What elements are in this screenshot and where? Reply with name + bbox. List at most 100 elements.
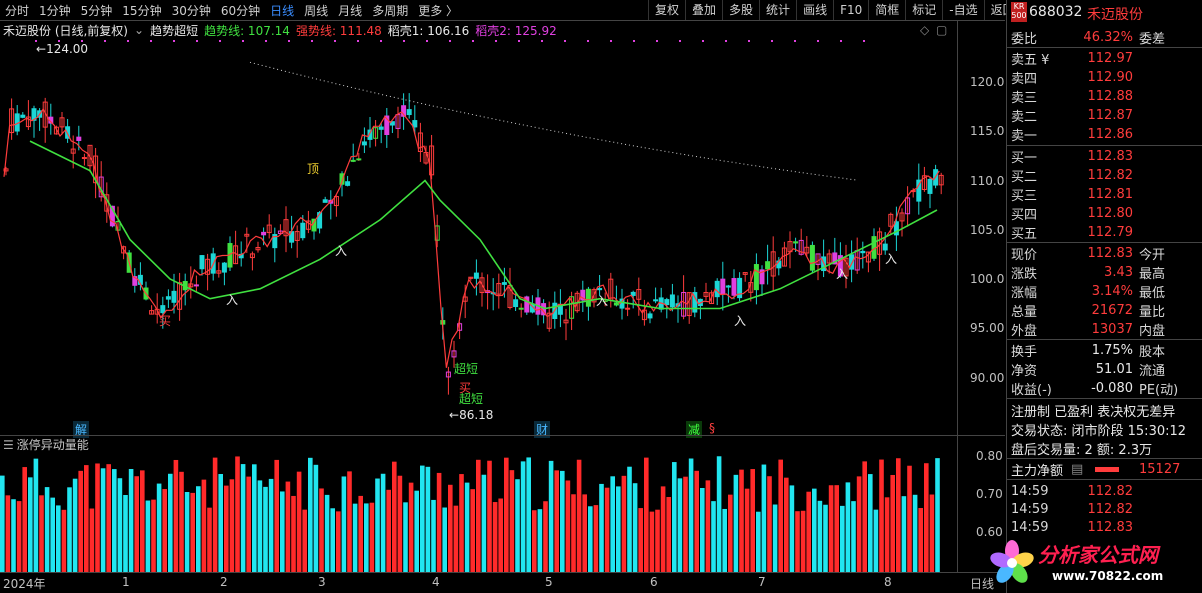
candle <box>518 303 524 318</box>
candle <box>42 97 48 143</box>
tab-15min[interactable]: 15分钟 <box>117 2 166 19</box>
volume-bar <box>313 464 319 572</box>
volume-bar <box>89 508 95 572</box>
volume-bar <box>140 470 145 572</box>
volume-bar <box>812 488 817 572</box>
chart-toolbar: 复权 叠加 多股 统计 画线 F10 简框 标记 -自选 返回 <box>648 0 1021 20</box>
volume-bar <box>453 505 459 572</box>
menu-icon[interactable]: ▤ <box>1071 462 1085 477</box>
ask-row-value: 112.88 <box>1087 89 1134 104</box>
shell-marker <box>104 40 106 42</box>
volume-bar <box>560 470 565 572</box>
volume-bar <box>117 478 123 572</box>
candle-body <box>725 285 731 288</box>
tab-5min[interactable]: 5分钟 <box>76 2 118 19</box>
collapse-icon[interactable]: ▢ <box>936 23 947 37</box>
settings-icon[interactable]: ☰ <box>3 438 14 452</box>
candle <box>333 195 339 217</box>
ask-row-label: 卖三 <box>1011 91 1038 106</box>
candle <box>283 206 289 253</box>
sub-indicator-name[interactable]: 涨停异动量能 <box>17 436 89 453</box>
event-badge-notice[interactable]: § <box>709 421 715 435</box>
candle-body <box>501 282 507 285</box>
volume-bar <box>470 489 475 572</box>
candle <box>199 254 205 276</box>
candle <box>417 122 423 162</box>
add-watchlist-button[interactable]: -自选 <box>942 0 983 20</box>
shell-marker <box>334 40 336 42</box>
candle-body <box>513 299 519 308</box>
volume-bar <box>302 509 307 572</box>
shell-marker <box>679 40 681 42</box>
candle <box>938 172 944 195</box>
tab-more[interactable]: 更多 〉 <box>413 2 463 19</box>
overlay-button[interactable]: 叠加 <box>685 0 722 20</box>
statistics-button[interactable]: 统计 <box>759 0 796 20</box>
stat-row-label: 总量 <box>1011 305 1038 320</box>
volume-bar <box>548 460 554 572</box>
main-candle-chart[interactable] <box>0 40 957 432</box>
simple-frame-button[interactable]: 简框 <box>868 0 905 20</box>
volume-energy-chart[interactable] <box>0 454 957 572</box>
volume-bar <box>644 457 649 572</box>
candle-body <box>613 302 619 306</box>
volume-bar <box>638 508 643 572</box>
volume-bar <box>39 495 44 572</box>
volume-bar <box>414 490 419 572</box>
price-tick: 120.0 <box>970 75 1005 89</box>
ask-row-label: 卖五 ¥ <box>1011 53 1050 68</box>
candle <box>14 105 20 136</box>
divider <box>1007 145 1202 146</box>
volume-bar <box>929 494 935 572</box>
stat2-row-value: 1.75% <box>1091 343 1133 358</box>
shell-marker <box>863 40 865 42</box>
tab-30min[interactable]: 30分钟 <box>167 2 216 19</box>
multi-stock-button[interactable]: 多股 <box>722 0 759 20</box>
tab-multi-period[interactable]: 多周期 <box>367 2 413 19</box>
restore-rights-button[interactable]: 复权 <box>648 0 685 20</box>
indicator-dropdown-icon[interactable]: ⌄ <box>134 23 144 37</box>
mark-button[interactable]: 标记 <box>905 0 942 20</box>
volume-bar <box>716 456 722 572</box>
diamond-icon[interactable]: ◇ <box>920 23 929 37</box>
high-price-label: 124.00 <box>46 42 89 56</box>
draw-line-button[interactable]: 画线 <box>796 0 833 20</box>
volume-bar <box>134 476 139 572</box>
candle <box>619 288 625 320</box>
tab-intraday[interactable]: 分时 <box>0 2 34 19</box>
candle-body <box>585 288 591 307</box>
volume-bar <box>655 509 660 572</box>
candle <box>48 103 54 135</box>
tab-monthly[interactable]: 月线 <box>333 2 367 19</box>
stat2-row: 收益(-) -0.080 PE(动) <box>1007 379 1202 398</box>
ask-row-label: 卖二 <box>1011 110 1038 125</box>
volume-bar <box>72 478 78 572</box>
tab-weekly[interactable]: 周线 <box>299 2 333 19</box>
tab-1min[interactable]: 1分钟 <box>34 2 76 19</box>
candle <box>389 121 395 134</box>
f10-button[interactable]: F10 <box>833 0 868 20</box>
indicator-name[interactable]: 趋势超短 <box>150 22 198 39</box>
volume-bar <box>627 466 632 572</box>
candle <box>25 100 31 130</box>
volume-bar <box>151 499 156 572</box>
bid-row: 买二 112.82 <box>1007 166 1202 185</box>
volume-bar <box>319 488 324 572</box>
divider <box>1007 242 1202 243</box>
volume-bar <box>369 502 375 572</box>
volume-bar <box>0 475 5 572</box>
candle <box>384 107 390 148</box>
shell-marker <box>426 40 428 42</box>
tab-daily[interactable]: 日线 <box>265 2 299 19</box>
volume-bar <box>196 486 201 572</box>
volume-bar <box>476 459 481 572</box>
volume-bar <box>806 491 811 572</box>
volume-bar <box>604 487 610 572</box>
candle-body <box>20 114 26 118</box>
in-signal: 入 <box>335 244 348 258</box>
candle <box>479 272 485 307</box>
tab-60min[interactable]: 60分钟 <box>216 2 265 19</box>
candle <box>927 176 933 209</box>
candle <box>255 241 261 253</box>
volume-bar <box>649 511 655 572</box>
